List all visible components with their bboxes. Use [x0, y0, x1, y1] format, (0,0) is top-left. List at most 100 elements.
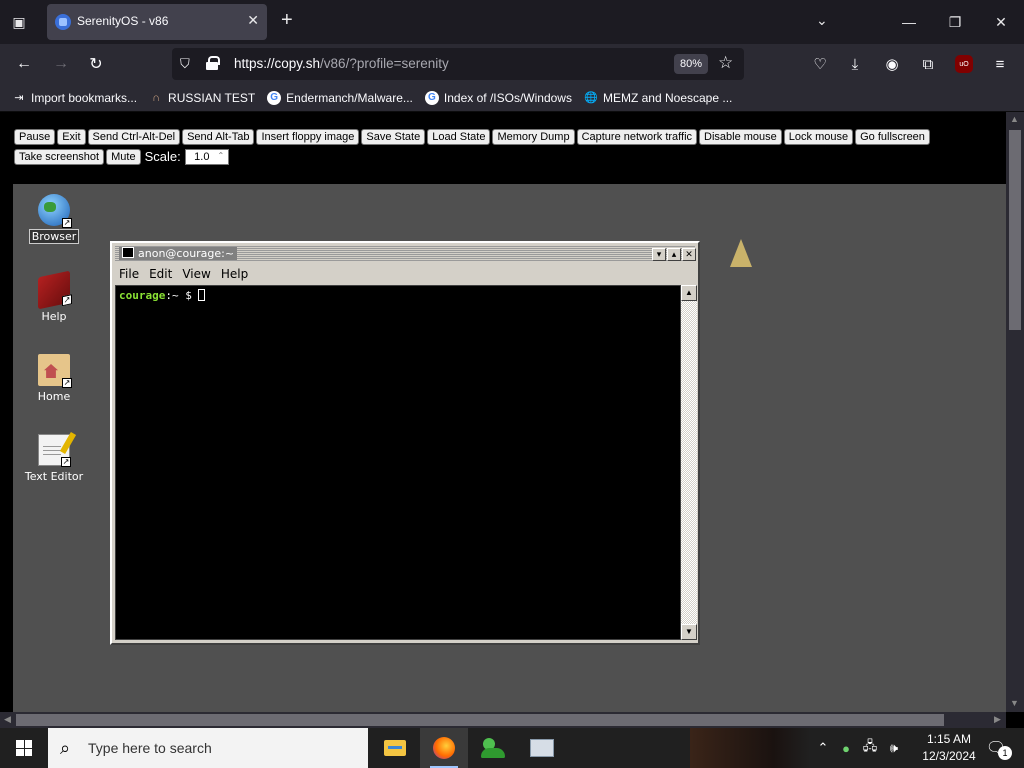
scroll-up-icon[interactable]: ▲ — [681, 285, 697, 301]
mute-button[interactable]: Mute — [106, 149, 141, 165]
tab-title: SerenityOS - v86 — [77, 14, 169, 28]
reload-icon[interactable]: ↻ — [84, 52, 108, 76]
clock-date: 12/3/2024 — [922, 749, 976, 763]
zoom-badge[interactable]: 80% — [674, 54, 708, 74]
start-button[interactable] — [0, 728, 48, 768]
close-icon[interactable]: ✕ — [682, 248, 696, 261]
url-path: /v86/?profile=serenity — [320, 56, 449, 71]
v86-favicon-icon — [55, 14, 71, 30]
tracking-shield-icon[interactable]: ⛉ — [180, 56, 190, 72]
tab-list-icon[interactable]: ▣ — [8, 12, 30, 32]
page-horizontal-scrollbar[interactable]: ◀ ▶ — [0, 712, 1006, 728]
menu-edit[interactable]: Edit — [149, 267, 172, 281]
people-icon — [481, 738, 505, 758]
scroll-down-icon[interactable]: ▼ — [681, 624, 697, 640]
bookmark-label: RUSSIAN TEST — [168, 90, 256, 105]
extensions-icon[interactable]: ⧉ — [916, 52, 940, 76]
disable-mouse-button[interactable]: Disable mouse — [699, 129, 782, 145]
taskbar-clock[interactable]: 1:15 AM 12/3/2024 — [914, 731, 984, 765]
notification-center-icon[interactable]: 🗨 1 — [984, 736, 1012, 760]
network-icon[interactable]: 🖧 — [860, 728, 880, 768]
pocket-icon[interactable]: ♡ — [808, 52, 832, 76]
notification-badge: 1 — [998, 746, 1012, 760]
desktop-icon-label: Home — [37, 390, 71, 403]
desktop-icon-browser[interactable]: ↗ Browser — [24, 194, 84, 245]
lock-mouse-button[interactable]: Lock mouse — [783, 129, 854, 145]
window-controls: — ❐ ✕ — [886, 0, 1024, 44]
minimize-icon[interactable]: — — [886, 0, 932, 44]
bookmark-endermanch[interactable]: G Endermanch/Malware... — [267, 90, 413, 105]
url-text[interactable]: https://copy.sh/v86/?profile=serenity — [234, 56, 449, 71]
scale-input[interactable]: 1.0 — [185, 149, 230, 165]
url-bar[interactable]: ⛉ https://copy.sh/v86/?profile=serenity … — [172, 48, 744, 80]
terminal-scrollbar[interactable]: ▲ ▼ — [681, 285, 697, 640]
computers-icon — [530, 739, 554, 757]
tray-overflow-icon[interactable]: ⌃ — [814, 728, 832, 768]
insert-floppy-button[interactable]: Insert floppy image — [256, 129, 360, 145]
tab-serenity[interactable]: SerenityOS - v86 ✕ — [47, 4, 267, 40]
lock-icon[interactable] — [206, 56, 220, 70]
taskbar-people-app[interactable] — [469, 728, 517, 768]
desktop-icon-text-editor[interactable]: ↗ Text Editor — [24, 434, 84, 483]
taskbar-network-app[interactable] — [518, 728, 566, 768]
maximize-icon[interactable]: ▴ — [667, 248, 681, 261]
forward-icon[interactable]: → — [49, 52, 73, 76]
headphones-icon: ∩ — [152, 91, 160, 104]
menu-file[interactable]: File — [119, 267, 139, 281]
scroll-up-icon[interactable]: ▲ — [1010, 114, 1019, 124]
terminal-titlebar[interactable]: anon@courage:~ ▾ ▴ ✕ — [115, 246, 696, 262]
close-window-icon[interactable]: ✕ — [978, 0, 1024, 44]
bookmark-import[interactable]: ⇥ Import bookmarks... — [12, 91, 137, 105]
bookmark-label: Import bookmarks... — [31, 90, 138, 105]
capture-network-button[interactable]: Capture network traffic — [576, 129, 698, 145]
chevron-down-icon[interactable]: ⌄ — [816, 12, 828, 29]
scroll-left-icon[interactable]: ◀ — [4, 714, 11, 725]
scrollbar-thumb[interactable] — [16, 714, 944, 726]
desktop-icon-home[interactable]: ↗ Home — [24, 354, 84, 403]
taskbar-firefox[interactable] — [420, 728, 468, 768]
go-fullscreen-button[interactable]: Go fullscreen — [855, 129, 930, 145]
bookmark-memz[interactable]: 🌐 MEMZ and Noescape ... — [584, 91, 732, 105]
save-state-button[interactable]: Save State — [361, 129, 426, 145]
page-content: Pause Exit Send Ctrl-Alt-Del Send Alt-Tab In… — [0, 112, 1006, 712]
scroll-right-icon[interactable]: ▶ — [994, 714, 1001, 725]
minimize-icon[interactable]: ▾ — [652, 248, 666, 261]
terminal-console[interactable]: courage:~ $ — [115, 285, 681, 640]
windows-taskbar: ⌕ Type here to search ⌃ ● 🖧 🕪 1:15 AM 12… — [0, 728, 1024, 768]
taskbar-file-explorer[interactable] — [371, 728, 419, 768]
back-icon[interactable]: ← — [12, 52, 36, 76]
account-icon[interactable]: ◉ — [880, 52, 904, 76]
shell-prompt: courage:~ $ — [119, 289, 206, 302]
emulator-controls: Pause Exit Send Ctrl-Alt-Del Send Alt-Tab In… — [14, 129, 1004, 169]
tab-close-icon[interactable]: ✕ — [247, 12, 259, 29]
take-screenshot-button[interactable]: Take screenshot — [14, 149, 105, 165]
download-icon[interactable]: ⤓ — [843, 52, 867, 76]
taskbar-search-box[interactable]: ⌕ Type here to search — [48, 728, 368, 768]
page-vertical-scrollbar[interactable]: ▲ ▼ — [1006, 112, 1024, 712]
load-state-button[interactable]: Load State — [427, 129, 491, 145]
send-alt-tab-button[interactable]: Send Alt-Tab — [182, 129, 255, 145]
menu-help[interactable]: Help — [221, 267, 248, 281]
import-icon: ⇥ — [14, 92, 24, 104]
google-icon: G — [267, 90, 282, 105]
scroll-down-icon[interactable]: ▼ — [1010, 698, 1019, 708]
bookmark-russian-test[interactable]: ∩ RUSSIAN TEST — [149, 91, 255, 105]
exit-button[interactable]: Exit — [57, 129, 86, 145]
ublock-origin-icon[interactable]: uO — [955, 55, 973, 73]
memory-dump-button[interactable]: Memory Dump — [492, 129, 575, 145]
menu-view[interactable]: View — [182, 267, 210, 281]
send-ctrl-alt-del-button[interactable]: Send Ctrl-Alt-Del — [87, 129, 181, 145]
bookmark-isos-windows[interactable]: G Index of /ISOs/Windows — [424, 90, 572, 105]
new-tab-icon[interactable]: + — [281, 10, 293, 30]
volume-icon[interactable]: 🕪 — [884, 728, 904, 768]
desktop-icon-label: Text Editor — [24, 470, 84, 483]
pause-button[interactable]: Pause — [14, 129, 56, 145]
tray-user-icon[interactable]: ● — [836, 728, 856, 768]
scrollbar-thumb[interactable] — [1009, 130, 1021, 330]
desktop-icon-help[interactable]: ↗ Help — [24, 270, 84, 323]
windows-logo-icon — [16, 740, 32, 756]
restore-icon[interactable]: ❐ — [932, 0, 978, 44]
serenity-desktop[interactable]: ↗ Browser ↗ Help ↗ Home ↗ Text Editor an… — [13, 184, 1006, 712]
bookmark-star-icon[interactable]: ☆ — [718, 53, 733, 73]
menu-hamburger-icon[interactable]: ≡ — [988, 52, 1012, 76]
